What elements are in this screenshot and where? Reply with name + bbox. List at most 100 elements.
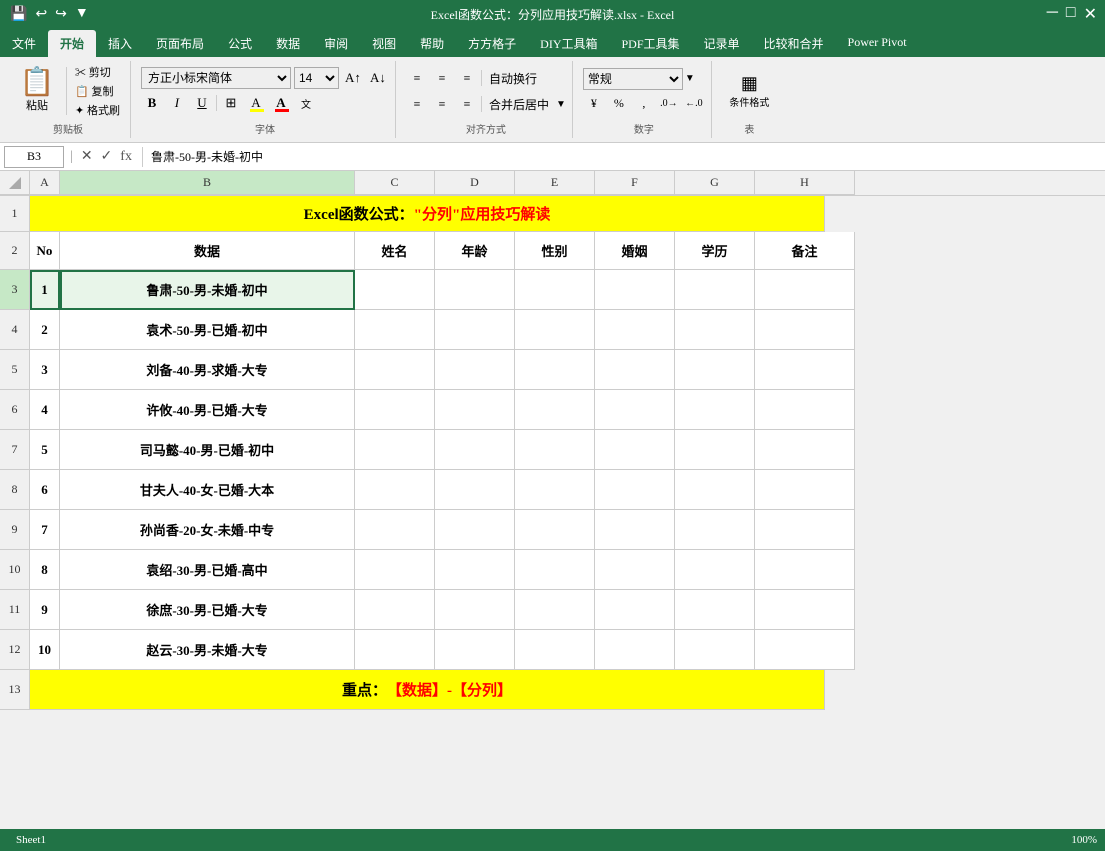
num-dropdown-icon[interactable]: ▼	[685, 73, 695, 84]
cell-11-C[interactable]	[355, 590, 435, 630]
number-format-select[interactable]: 常规	[583, 68, 683, 90]
font-family-select[interactable]: 方正小标宋简体	[141, 67, 291, 89]
align-top-left-btn[interactable]: ≡	[406, 67, 428, 89]
cell-11-B[interactable]: 徐庶-30-男-已婚-大专	[60, 590, 355, 630]
cell-10-G[interactable]	[675, 550, 755, 590]
close-btn[interactable]: ✕	[1084, 4, 1097, 24]
format-painter-button[interactable]: ✦ 格式刷	[71, 101, 124, 119]
cell-4-B[interactable]: 袁术-50-男-已婚-初中	[60, 310, 355, 350]
tab-home[interactable]: 开始	[48, 30, 96, 57]
row-header-2[interactable]: 2	[0, 232, 30, 270]
cell-6-E[interactable]	[515, 390, 595, 430]
cell-10-F[interactable]	[595, 550, 675, 590]
row-header-7[interactable]: 7	[0, 430, 30, 470]
row-header-5[interactable]: 5	[0, 350, 30, 390]
cell-3-G[interactable]	[675, 270, 755, 310]
fill-color-button[interactable]: A	[245, 92, 267, 114]
cell-5-F[interactable]	[595, 350, 675, 390]
cell-4-G[interactable]	[675, 310, 755, 350]
row-header-13[interactable]: 13	[0, 670, 30, 710]
cell-6-B[interactable]: 许攸-40-男-已婚-大专	[60, 390, 355, 430]
cell-3-E[interactable]	[515, 270, 595, 310]
cell-2-B[interactable]: 数据	[60, 232, 355, 270]
tab-ffgz[interactable]: 方方格子	[456, 30, 528, 57]
row-header-12[interactable]: 12	[0, 630, 30, 670]
merge-center-button[interactable]: 合并后居中	[485, 95, 553, 114]
cell-5-E[interactable]	[515, 350, 595, 390]
tab-review[interactable]: 审阅	[312, 30, 360, 57]
cell-11-A[interactable]: 9	[30, 590, 60, 630]
save-quick-btn[interactable]: 💾	[8, 4, 29, 25]
wrap-text-button[interactable]: 自动换行	[485, 69, 541, 88]
cell-11-E[interactable]	[515, 590, 595, 630]
bold-button[interactable]: B	[141, 92, 163, 114]
cell-5-A[interactable]: 3	[30, 350, 60, 390]
dropdown-quick-btn[interactable]: ▼	[73, 4, 91, 24]
cell-4-C[interactable]	[355, 310, 435, 350]
cell-5-D[interactable]	[435, 350, 515, 390]
cell-5-G[interactable]	[675, 350, 755, 390]
cell-2-E[interactable]: 性别	[515, 232, 595, 270]
row-header-3[interactable]: 3	[0, 270, 30, 310]
cell-3-A[interactable]: 1	[30, 270, 60, 310]
cell-12-D[interactable]	[435, 630, 515, 670]
cell-8-C[interactable]	[355, 470, 435, 510]
cell-7-A[interactable]: 5	[30, 430, 60, 470]
row-header-11[interactable]: 11	[0, 590, 30, 630]
copy-button[interactable]: 📋 复制	[71, 82, 124, 100]
cell-6-G[interactable]	[675, 390, 755, 430]
cell-8-B[interactable]: 甘夫人-40-女-已婚-大本	[60, 470, 355, 510]
cell-8-F[interactable]	[595, 470, 675, 510]
cell-3-C[interactable]	[355, 270, 435, 310]
cell-6-A[interactable]: 4	[30, 390, 60, 430]
cell-1-title[interactable]: Excel函数公式： "分列"应用技巧解读	[30, 196, 825, 232]
cell-9-D[interactable]	[435, 510, 515, 550]
cell-11-D[interactable]	[435, 590, 515, 630]
increase-decimal-button[interactable]: .0→	[658, 93, 680, 115]
cell-4-D[interactable]	[435, 310, 515, 350]
cell-7-C[interactable]	[355, 430, 435, 470]
cell-6-H[interactable]	[755, 390, 855, 430]
cell-12-H[interactable]	[755, 630, 855, 670]
insert-function-btn[interactable]: fx	[118, 147, 134, 167]
align-mid-right-btn[interactable]: ≡	[456, 93, 478, 115]
col-header-C[interactable]: C	[355, 171, 435, 195]
col-header-E[interactable]: E	[515, 171, 595, 195]
minimize-btn[interactable]: ─	[1047, 4, 1058, 24]
grow-font-button[interactable]: A↑	[342, 67, 364, 89]
cell-8-H[interactable]	[755, 470, 855, 510]
cell-8-G[interactable]	[675, 470, 755, 510]
tab-insert[interactable]: 插入	[96, 30, 144, 57]
cell-10-A[interactable]: 8	[30, 550, 60, 590]
align-top-center-btn[interactable]: ≡	[431, 67, 453, 89]
cell-12-A[interactable]: 10	[30, 630, 60, 670]
cut-button[interactable]: ✂ 剪切	[71, 63, 124, 81]
tab-file[interactable]: 文件	[0, 30, 48, 57]
cell-9-A[interactable]: 7	[30, 510, 60, 550]
cell-13-title[interactable]: 重点： 【数据】-【分列】	[30, 670, 825, 710]
cell-12-C[interactable]	[355, 630, 435, 670]
tab-formula[interactable]: 公式	[216, 30, 264, 57]
comma-button[interactable]: ,	[633, 93, 655, 115]
cell-9-C[interactable]	[355, 510, 435, 550]
cell-9-E[interactable]	[515, 510, 595, 550]
cell-5-H[interactable]	[755, 350, 855, 390]
cell-7-D[interactable]	[435, 430, 515, 470]
cell-10-D[interactable]	[435, 550, 515, 590]
align-top-right-btn[interactable]: ≡	[456, 67, 478, 89]
cell-4-F[interactable]	[595, 310, 675, 350]
redo-quick-btn[interactable]: ↪	[53, 4, 69, 25]
cell-10-B[interactable]: 袁绍-30-男-已婚-高中	[60, 550, 355, 590]
border-button[interactable]: ⊞	[220, 92, 242, 114]
maximize-btn[interactable]: □	[1066, 4, 1076, 24]
cell-7-H[interactable]	[755, 430, 855, 470]
row-header-6[interactable]: 6	[0, 390, 30, 430]
conditional-format-button[interactable]: ▦ 条件格式	[722, 71, 777, 111]
cell-5-B[interactable]: 刘备-40-男-求婚-大专	[60, 350, 355, 390]
row-header-8[interactable]: 8	[0, 470, 30, 510]
cell-12-F[interactable]	[595, 630, 675, 670]
cell-2-F[interactable]: 婚姻	[595, 232, 675, 270]
col-header-H[interactable]: H	[755, 171, 855, 195]
cell-8-D[interactable]	[435, 470, 515, 510]
cell-8-E[interactable]	[515, 470, 595, 510]
